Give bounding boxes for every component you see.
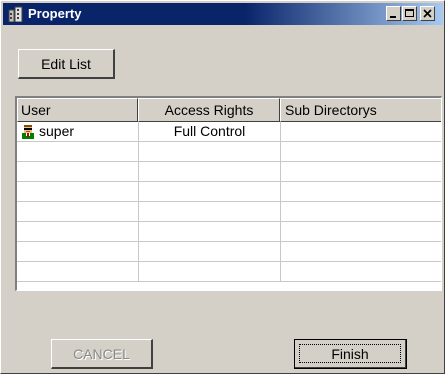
cell-access-rights <box>138 182 280 202</box>
cell-user <box>17 202 138 222</box>
cell-sub-directorys <box>280 262 441 282</box>
table-row[interactable] <box>17 142 441 162</box>
building-icon <box>8 6 24 23</box>
cell-user <box>17 222 138 242</box>
user-name: super <box>39 123 75 139</box>
cancel-button[interactable]: CANCEL <box>51 339 153 369</box>
user-avatar-icon <box>20 124 36 140</box>
close-icon <box>423 9 432 18</box>
edit-list-button[interactable]: Edit List <box>18 49 115 79</box>
cell-sub-directorys <box>280 242 441 262</box>
title-bar[interactable]: Property <box>3 3 443 25</box>
table-header: User Access Rights Sub Directorys <box>17 98 441 122</box>
window-title: Property <box>28 6 82 21</box>
minimize-button[interactable] <box>386 6 401 21</box>
column-header-sub-directorys[interactable]: Sub Directorys <box>280 98 441 122</box>
cell-sub-directorys <box>280 122 441 142</box>
cell-sub-directorys <box>280 222 441 242</box>
cell-access-rights <box>138 222 280 242</box>
cell-access-rights: Full Control <box>138 122 280 142</box>
cell-access-rights <box>138 162 280 182</box>
cell-access-rights <box>138 262 280 282</box>
cell-sub-directorys <box>280 162 441 182</box>
cell-user <box>17 182 138 202</box>
cell-user <box>17 142 138 162</box>
finish-button[interactable]: Finish <box>294 339 407 369</box>
cell-access-rights <box>138 202 280 222</box>
close-button[interactable] <box>420 6 435 21</box>
cell-access-rights <box>138 242 280 262</box>
cell-user <box>17 262 138 282</box>
permissions-table: User Access Rights Sub Directorys super … <box>15 96 442 291</box>
column-header-user[interactable]: User <box>17 98 138 122</box>
cell-sub-directorys <box>280 202 441 222</box>
cell-user <box>17 162 138 182</box>
table-row[interactable] <box>17 262 441 282</box>
cell-user: super <box>17 122 138 142</box>
property-window: Property Edit List User Access Rights Su… <box>0 0 445 374</box>
table-row[interactable] <box>17 182 441 202</box>
minimize-icon <box>390 16 396 18</box>
table-row[interactable] <box>17 162 441 182</box>
table-row[interactable] <box>17 242 441 262</box>
cell-sub-directorys <box>280 182 441 202</box>
column-header-access-rights[interactable]: Access Rights <box>138 98 280 122</box>
table-row[interactable]: super Full Control <box>17 122 441 142</box>
maximize-button[interactable] <box>402 6 417 21</box>
cell-user <box>17 242 138 262</box>
cell-sub-directorys <box>280 142 441 162</box>
table-row[interactable] <box>17 222 441 242</box>
cell-access-rights <box>138 142 280 162</box>
maximize-icon <box>405 9 414 17</box>
table-row[interactable] <box>17 202 441 222</box>
finish-button-label: Finish <box>299 344 401 363</box>
